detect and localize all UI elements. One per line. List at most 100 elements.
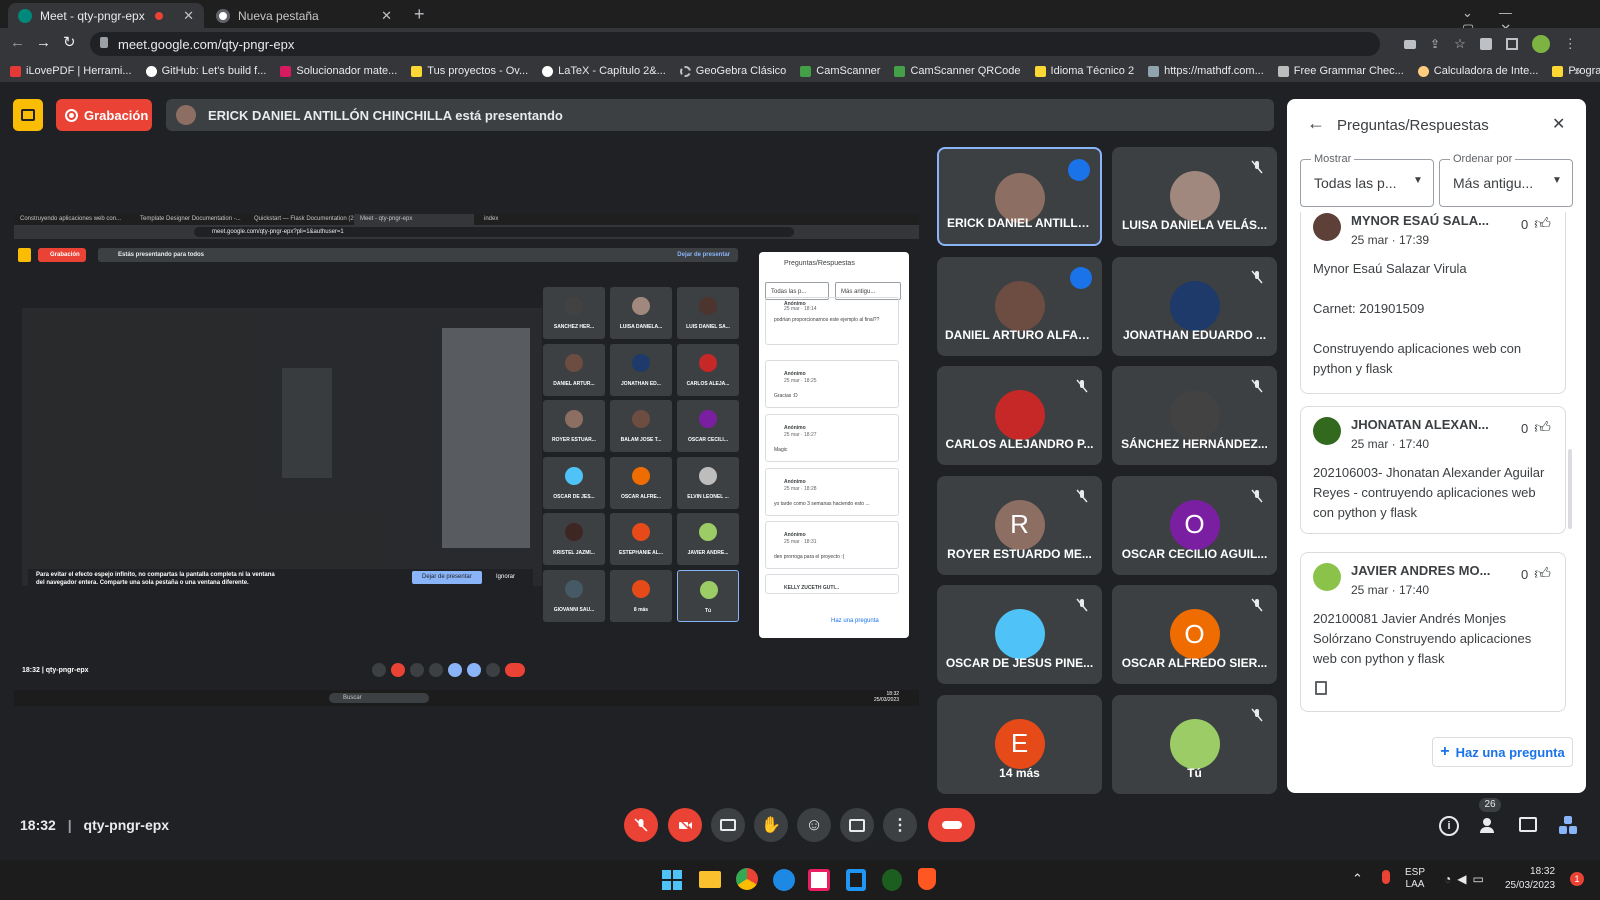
shared-participant-name: Tú (704, 607, 712, 614)
reactions-button[interactable]: ☺ (797, 808, 831, 842)
more-options-button[interactable]: ⋮ (883, 808, 917, 842)
shared-participant-tile: OSCAR DE JES... (543, 456, 605, 509)
bookmark-item[interactable]: Free Grammar Chec... (1277, 65, 1404, 77)
address-bar[interactable]: meet.google.com/qty-pngr-epx (90, 32, 1380, 56)
raise-hand-button[interactable]: ✋ (754, 808, 788, 842)
filter-select[interactable]: Mostrar Todas las p... ▼ (1300, 153, 1434, 207)
present-button[interactable] (840, 808, 874, 842)
participant-tile[interactable]: R ROYER ESTUARDO ME... (937, 475, 1102, 575)
bookmark-item[interactable]: GitHub: Let's build f... (145, 65, 266, 77)
tray-status-icons[interactable]: ◔◀▭ (1444, 872, 1490, 886)
reload-icon[interactable]: ↻ (63, 33, 76, 51)
language-indicator[interactable]: ESP LAA (1405, 867, 1425, 891)
participant-tile[interactable]: Tú (1112, 694, 1277, 794)
tab-new[interactable]: Nueva pestaña ✕ (206, 3, 402, 28)
edge-icon[interactable] (773, 869, 795, 891)
shared-participant-tile: GIOVANNI SAU... (543, 569, 605, 622)
recording-badge[interactable]: Grabación (56, 99, 152, 131)
more-bookmarks-icon[interactable]: » (1574, 64, 1581, 78)
participant-tile[interactable]: DANIEL ARTURO ALFAR... (937, 256, 1102, 356)
bookmark-item[interactable]: GeoGebra Clásico (679, 65, 786, 77)
windows-start-icon[interactable] (662, 870, 682, 890)
info-icon[interactable]: i (1439, 816, 1459, 836)
participant-tile[interactable]: O OSCAR CECILIO AGUIL... (1112, 475, 1277, 575)
question-card: JAVIER ANDRES MO... 25 mar · 17:40 0 👍︎ 2… (1300, 552, 1566, 712)
bookmark-item[interactable]: Idioma Técnico 2 (1034, 65, 1134, 77)
shared-participant-tile: OSCAR ALFRE... (610, 456, 672, 509)
shared-participant-name: SÁNCHEZ HER... (553, 324, 595, 330)
participant-tile[interactable]: SÁNCHEZ HERNÁNDEZ... (1112, 366, 1277, 465)
tab-meet[interactable]: Meet - qty-pngr-epx ✕ (8, 3, 204, 28)
lock-icon (100, 37, 108, 48)
mic-off-button[interactable] (624, 808, 658, 842)
camera-off-button[interactable] (668, 808, 702, 842)
app-icon[interactable] (882, 869, 902, 891)
sidepanel-icon[interactable] (1505, 38, 1518, 50)
participant-tile[interactable]: JONATHAN EDUARDO ... (1112, 256, 1277, 356)
star-icon[interactable]: ☆ (1454, 36, 1466, 52)
forward-icon[interactable]: → (36, 34, 51, 51)
activities-icon[interactable] (1559, 816, 1577, 834)
shared-avatar (699, 410, 717, 428)
bookmark-item[interactable]: iLovePDF | Herrami... (10, 65, 132, 77)
sort-select[interactable]: Ordenar por Más antigu... ▼ (1439, 153, 1573, 207)
clock[interactable]: 18:32 25/03/2023 (1505, 865, 1555, 893)
participant-name: DANIEL ARTURO ALFAR... (945, 327, 1097, 342)
jetbrains-icon[interactable] (808, 869, 830, 891)
mirror-content (22, 308, 542, 586)
brave-icon[interactable] (918, 868, 936, 890)
menu-icon[interactable]: ⋮ (1564, 36, 1577, 52)
shared-question-card: KELLY ZUCETH GUTI... (765, 574, 899, 594)
people-icon (1483, 818, 1491, 826)
participant-tile[interactable]: O OSCAR ALFREDO SIER... (1112, 585, 1277, 684)
mirror-panel (442, 328, 530, 548)
bookmark-item[interactable]: Tus proyectos - Ov... (411, 65, 528, 77)
shared-participant-name: 8 más (633, 606, 649, 613)
bookmark-item[interactable]: Calculadora de Inte... (1417, 65, 1538, 77)
bookmark-item[interactable]: Solucionador mate... (280, 65, 397, 77)
shared-participant-name: ELVIN LEONEL ... (687, 493, 729, 500)
extensions-icon[interactable] (1479, 38, 1492, 50)
upvote-button[interactable]: 0 👍︎ (1521, 419, 1551, 438)
bookmark-item[interactable]: CamScanner QRCode (894, 65, 1021, 77)
mic-off-icon (634, 818, 648, 832)
chat-icon[interactable] (1519, 817, 1537, 832)
mic-tray-icon[interactable] (1382, 870, 1390, 884)
participant-tile[interactable]: CARLOS ALEJANDRO P... (937, 366, 1102, 465)
camera-off-icon (678, 818, 692, 832)
new-tab-icon[interactable]: + (414, 4, 425, 25)
participant-tile[interactable]: LUISA DANIELA VELÁS... (1112, 147, 1277, 246)
notification-badge[interactable]: 1 (1570, 872, 1584, 886)
file-explorer-icon[interactable] (699, 871, 721, 888)
bookmark-item[interactable]: LaTeX - Capítulo 2&... (542, 65, 666, 77)
upvote-button[interactable]: 0 👍︎ (1521, 215, 1551, 234)
camera-icon[interactable] (1404, 39, 1416, 49)
close-icon[interactable]: ✕ (1552, 114, 1565, 134)
participant-tile[interactable]: OSCAR DE JESUS PINE... (937, 585, 1102, 684)
back-arrow-icon[interactable]: ← (1307, 113, 1325, 134)
participant-tile[interactable]: ERICK DANIEL ANTILLÓ... (937, 147, 1102, 246)
bookmark-item[interactable]: CamScanner (800, 65, 880, 77)
hide-presenting-icon[interactable] (13, 99, 43, 131)
share-icon[interactable]: ⇪ (1430, 37, 1440, 51)
url-text: meet.google.com/qty-pngr-epx (118, 36, 295, 52)
back-icon[interactable]: ← (10, 34, 25, 51)
bookmark-item[interactable]: https://mathdf.com... (1148, 65, 1264, 77)
profile-avatar[interactable] (1531, 35, 1550, 53)
ask-question-button[interactable]: + Haz una pregunta (1432, 737, 1573, 767)
upvote-button[interactable]: 0 👍︎ (1521, 565, 1551, 584)
shared-screen: Construyendo aplicaciones web con... Tem… (14, 214, 919, 729)
emoji-icon: ☺ (805, 815, 823, 834)
close-tab-icon[interactable]: ✕ (381, 8, 392, 24)
delete-icon[interactable] (1315, 681, 1327, 695)
captions-button[interactable] (711, 808, 745, 842)
chevron-up-icon[interactable]: ⌃ (1352, 871, 1363, 887)
people-button[interactable]: 26 (1479, 798, 1501, 836)
chrome-icon[interactable] (736, 868, 758, 890)
vscode-icon[interactable] (846, 869, 866, 891)
close-tab-icon[interactable]: ✕ (183, 8, 194, 24)
question-author: JHONATAN ALEXAN... (1351, 417, 1489, 432)
leave-call-button[interactable] (928, 808, 975, 842)
scrollbar[interactable] (1568, 449, 1572, 529)
participant-tile[interactable]: E 14 más (937, 694, 1102, 794)
